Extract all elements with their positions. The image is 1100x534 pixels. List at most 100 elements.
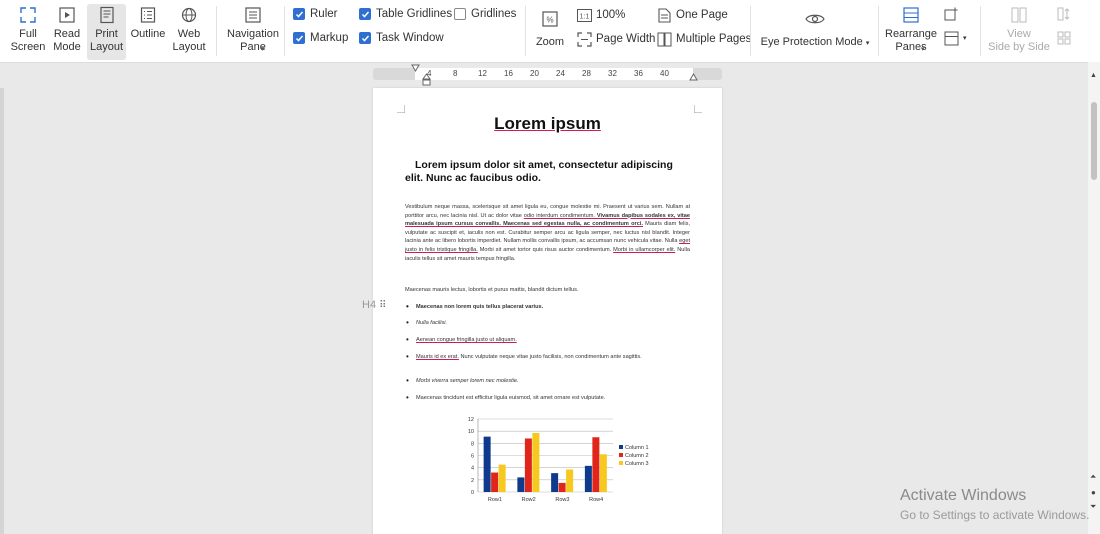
horizontal-ruler[interactable]: 4 8 12 16 20 24 28 32 36 40 xyxy=(373,64,722,86)
full-screen-label: Full Screen xyxy=(10,28,46,53)
view-side-by-side-button[interactable]: View Side by Side xyxy=(988,4,1050,60)
ruler-tick: 16 xyxy=(504,69,513,78)
chevron-down-icon: ▾ xyxy=(261,46,265,53)
chart-bar xyxy=(566,469,574,492)
chart-y-tick-label: 8 xyxy=(471,441,474,447)
reset-position-icon xyxy=(1056,30,1072,46)
list-item[interactable]: Morbi viverra semper lorem nec molestie. xyxy=(406,377,688,385)
zoom-label: Zoom xyxy=(535,36,565,48)
navigation-pane-button[interactable]: Navigation Pane xyxy=(225,4,281,60)
one-page-icon xyxy=(656,7,672,23)
body-paragraph[interactable]: Vestibulum neque massa, scelerisque sit … xyxy=(405,203,690,263)
document-subtitle[interactable]: Lorem ipsum dolor sit amet, consectetur … xyxy=(405,159,687,184)
list-item-text: Nunc vulputate neque vitae justo facilis… xyxy=(458,354,642,360)
zoom-100-button[interactable]: 1:1 100% xyxy=(576,7,625,23)
first-line-indent-marker[interactable] xyxy=(411,64,420,72)
ruler-tick: 24 xyxy=(556,69,565,78)
rearrange-panes-label: Rearrange Panes xyxy=(885,28,937,53)
chart-x-tick-label: Row3 xyxy=(555,497,569,503)
document-page[interactable]: Lorem ipsum Lorem ipsum dolor sit amet, … xyxy=(373,88,722,534)
web-layout-button[interactable]: Web Layout xyxy=(170,4,208,60)
chart-y-tick-label: 12 xyxy=(468,417,474,423)
multiple-pages-icon xyxy=(656,31,672,47)
bar-chart[interactable]: 0 2 4 6 8 10 12 Row1 Row2 Row3 Row4 Column 1 Column … xyxy=(458,414,658,512)
actual-size-icon: 1:1 xyxy=(576,7,592,23)
check-icon xyxy=(359,32,371,44)
chart-bar xyxy=(551,473,559,492)
list-item[interactable]: Maecenas tincidunt est efficitur ligula … xyxy=(406,394,688,402)
gridlines-checkbox[interactable]: Gridlines xyxy=(454,8,516,20)
eye-protection-text: Eye Protection Mode xyxy=(760,36,863,48)
ribbon-separator xyxy=(878,6,879,56)
chart-legend-swatch xyxy=(619,445,623,449)
chart-bar xyxy=(584,465,592,492)
reset-window-position-button[interactable] xyxy=(1056,30,1076,46)
new-window-button[interactable] xyxy=(943,6,963,22)
print-layout-label: Print Layout xyxy=(89,28,124,53)
one-page-button[interactable]: One Page xyxy=(656,7,728,23)
vertical-scrollbar[interactable]: ▲ ⏶ ● ⏷ xyxy=(1088,62,1100,534)
chart-bar xyxy=(532,432,540,492)
hanging-indent-marker[interactable] xyxy=(422,73,431,87)
chart-bar xyxy=(491,472,499,492)
document-title[interactable]: Lorem ipsum xyxy=(373,114,722,134)
body-paragraph[interactable]: Maecenas mauris lectus, lobortis et puru… xyxy=(405,286,690,295)
left-margin-strip xyxy=(0,88,4,534)
scroll-up-arrow-icon[interactable]: ▲ xyxy=(1090,72,1097,79)
full-screen-button[interactable]: Full Screen xyxy=(8,4,48,60)
next-page-icon[interactable]: ⏷ xyxy=(1090,502,1096,512)
chart-legend-label: Column 1 xyxy=(625,445,649,451)
chart-bar xyxy=(592,437,600,492)
para-text-underlined: odio interdum condimentum. xyxy=(523,212,595,219)
right-indent-marker[interactable] xyxy=(689,73,698,81)
side-by-side-icon xyxy=(1008,4,1030,26)
chart-x-tick-label: Row2 xyxy=(522,497,536,503)
chart-y-tick-label: 4 xyxy=(471,466,474,472)
list-item[interactable]: Mauris id ex erat. Nunc vulputate neque … xyxy=(406,353,688,361)
chart-y-tick-label: 6 xyxy=(471,454,474,460)
zoom-button[interactable]: % Zoom xyxy=(533,4,567,60)
chart-bar xyxy=(517,477,525,492)
markup-label: Markup xyxy=(310,32,349,44)
eye-protection-mode-button[interactable]: Eye Protection Mode ▾ xyxy=(760,4,870,60)
read-mode-button[interactable]: Read Mode xyxy=(48,4,86,60)
list-item[interactable]: Aenean congue fringilla justo ut aliquam… xyxy=(406,336,688,344)
chart-bar xyxy=(558,482,566,492)
check-icon xyxy=(293,32,305,44)
synchronous-scrolling-button[interactable] xyxy=(1056,6,1076,22)
activate-windows-title: Activate Windows xyxy=(900,487,1027,504)
chevron-down-icon: ▾ xyxy=(921,46,925,53)
ruler-tick: 40 xyxy=(660,69,669,78)
table-gridlines-checkbox[interactable]: Table Gridlines xyxy=(359,8,452,20)
split-window-button[interactable]: ▾ xyxy=(943,30,967,46)
scrollbar-thumb[interactable] xyxy=(1091,102,1097,180)
multiple-pages-button[interactable]: Multiple Pages xyxy=(656,31,751,47)
ruler-checkbox[interactable]: Ruler xyxy=(293,8,337,20)
outline-label: Outline xyxy=(130,28,166,40)
select-browse-object-icon[interactable]: ● xyxy=(1091,488,1096,497)
markup-checkbox[interactable]: Markup xyxy=(293,32,348,44)
sync-scroll-icon xyxy=(1056,6,1072,22)
ribbon-separator xyxy=(750,6,751,56)
print-layout-button[interactable]: Print Layout xyxy=(87,4,126,60)
split-window-icon xyxy=(943,30,959,46)
multiple-pages-label: Multiple Pages xyxy=(676,33,752,45)
task-window-checkbox[interactable]: Task Window xyxy=(359,32,444,44)
rearrange-panes-button[interactable]: Rearrange Panes xyxy=(884,4,938,60)
list-item[interactable]: Maecenas non lorem quis tellus placerat … xyxy=(406,303,688,311)
page-width-button[interactable]: Page Width xyxy=(576,31,655,47)
chart-legend-label: Column 3 xyxy=(625,461,649,467)
activate-windows-subtitle: Go to Settings to activate Windows. xyxy=(900,508,1090,522)
ruler-tick: 28 xyxy=(582,69,591,78)
svg-text:1:1: 1:1 xyxy=(579,13,589,20)
chart-bar xyxy=(498,464,506,492)
list-item[interactable]: Nulla facilisi. xyxy=(406,319,688,327)
prev-page-icon[interactable]: ⏶ xyxy=(1090,472,1096,482)
drag-handle-icon[interactable]: ⠿ xyxy=(379,300,386,311)
h4-label: H4 xyxy=(362,299,377,311)
svg-text:%: % xyxy=(546,16,553,25)
outline-button[interactable]: Outline xyxy=(128,4,168,60)
one-page-label: One Page xyxy=(676,9,728,21)
view-side-by-side-label: View Side by Side xyxy=(988,28,1050,53)
ruler-tick: 20 xyxy=(530,69,539,78)
